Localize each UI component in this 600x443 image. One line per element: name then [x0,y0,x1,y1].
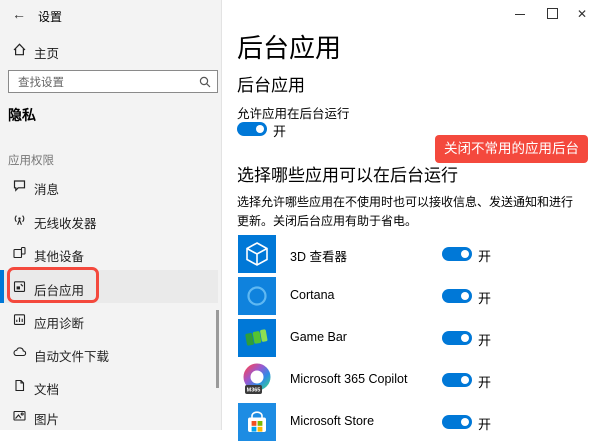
m365-badge: M365 [247,388,261,394]
cloud-download-icon [12,345,27,360]
app-row-m365-copilot: M365 Microsoft 365 Copilot 开 [222,359,600,401]
app-row-game-bar: Game Bar 开 [222,317,600,359]
home-icon [12,42,27,57]
m365-copilot-icon: M365 [238,361,276,399]
window-title: 设置 [38,10,63,24]
app-toggle-state: 开 [478,417,492,432]
sidebar-item-label: 主页 [34,47,60,61]
sidebar-item-documents[interactable]: 文档 [0,369,218,402]
sidebar-item-app-diagnostics[interactable]: 应用诊断 [0,303,218,336]
app-toggle[interactable] [442,415,472,429]
search-icon[interactable] [198,75,212,89]
app-toggle[interactable] [442,331,472,345]
sidebar-item-messaging[interactable]: 消息 [0,169,218,202]
document-icon [12,378,27,393]
minimize-icon [515,14,525,15]
close-icon: ✕ [576,7,588,21]
sidebar: ← 设置 主页 隐私 应用权限 消息 [0,0,222,430]
app-row-cortana: Cortana 开 [222,275,600,317]
toggle-knob [461,418,469,426]
app-toggle-state: 开 [478,291,492,306]
game-bar-icon [238,319,276,357]
app-diagnostics-icon [12,312,27,327]
sidebar-group-label: 应用权限 [8,155,54,167]
app-toggle-state: 开 [478,249,492,264]
app-toggle[interactable] [442,247,472,261]
message-icon [12,178,27,193]
other-devices-icon [12,245,27,260]
app-toggle-state: 开 [478,375,492,390]
app-toggle[interactable] [442,373,472,387]
picture-icon [12,408,27,423]
sidebar-item-label: 图片 [34,413,60,427]
choose-apps-description: 选择允许哪些应用在不使用时也可以接收信息、发送通知和进行更新。关闭后台应用有助于… [237,195,574,228]
back-button[interactable]: ← [12,6,26,22]
app-name: Microsoft Store [290,414,375,428]
app-row-3d-viewer: 3D 查看器 开 [222,233,600,275]
sidebar-item-label: 后台应用 [34,284,85,298]
search-box [8,70,218,93]
cortana-icon [238,277,276,315]
microsoft-store-icon [238,403,276,441]
maximize-button[interactable] [536,0,568,28]
app-toggle-state: 开 [478,333,492,348]
3d-viewer-icon [238,235,276,273]
sidebar-section-title: 隐私 [8,107,36,123]
sidebar-item-pictures[interactable]: 图片 [0,399,218,432]
app-name: Microsoft 365 Copilot [290,372,408,386]
toggle-knob [256,125,264,133]
settings-window: { "titlebar": { "back_icon": "←", "title… [0,0,600,441]
master-background-toggle[interactable] [237,122,267,136]
app-name: Game Bar [290,330,347,344]
permission-label: 允许应用在后台运行 [237,107,350,121]
sidebar-item-other-devices[interactable]: 其他设备 [0,236,218,269]
master-toggle-state: 开 [273,124,287,139]
selected-accent-bar [0,270,4,303]
toggle-knob [461,376,469,384]
sidebar-item-home[interactable]: 主页 [0,38,218,62]
sidebar-item-background-apps[interactable]: 后台应用 [0,270,218,303]
close-button[interactable]: ✕ [566,0,598,28]
main-content: ✕ 后台应用 后台应用 允许应用在后台运行 开 关闭不常用的应用后台 选择哪些应… [222,0,600,441]
titlebar: ← 设置 [0,0,222,30]
app-name: Cortana [290,288,335,302]
sidebar-item-auto-file-downloads[interactable]: 自动文件下载 [0,336,218,369]
sidebar-item-label: 消息 [34,183,60,197]
app-name: 3D 查看器 [290,250,347,264]
search-input[interactable] [16,72,195,93]
toggle-knob [461,292,469,300]
sidebar-item-label: 自动文件下载 [34,350,110,364]
sidebar-item-label: 应用诊断 [34,317,85,331]
sidebar-item-radios[interactable]: 无线收发器 [0,203,218,236]
sidebar-scrollbar-thumb[interactable] [216,310,219,388]
app-toggle[interactable] [442,289,472,303]
radios-icon [12,212,27,227]
background-apps-icon [12,279,27,294]
sidebar-item-label: 文档 [34,383,60,397]
background-apps-section-heading: 后台应用 [237,76,305,95]
toggle-knob [461,250,469,258]
page-title: 后台应用 [237,33,342,63]
sidebar-item-label: 其他设备 [34,250,85,264]
sidebar-item-label: 无线收发器 [34,217,97,231]
toggle-knob [461,334,469,342]
choose-apps-section-heading: 选择哪些应用可以在后台运行 [237,166,458,185]
annotation-label: 关闭不常用的应用后台 [435,135,588,163]
app-row-microsoft-store: Microsoft Store 开 [222,401,600,443]
maximize-icon [546,8,558,19]
minimize-button[interactable] [504,0,536,28]
